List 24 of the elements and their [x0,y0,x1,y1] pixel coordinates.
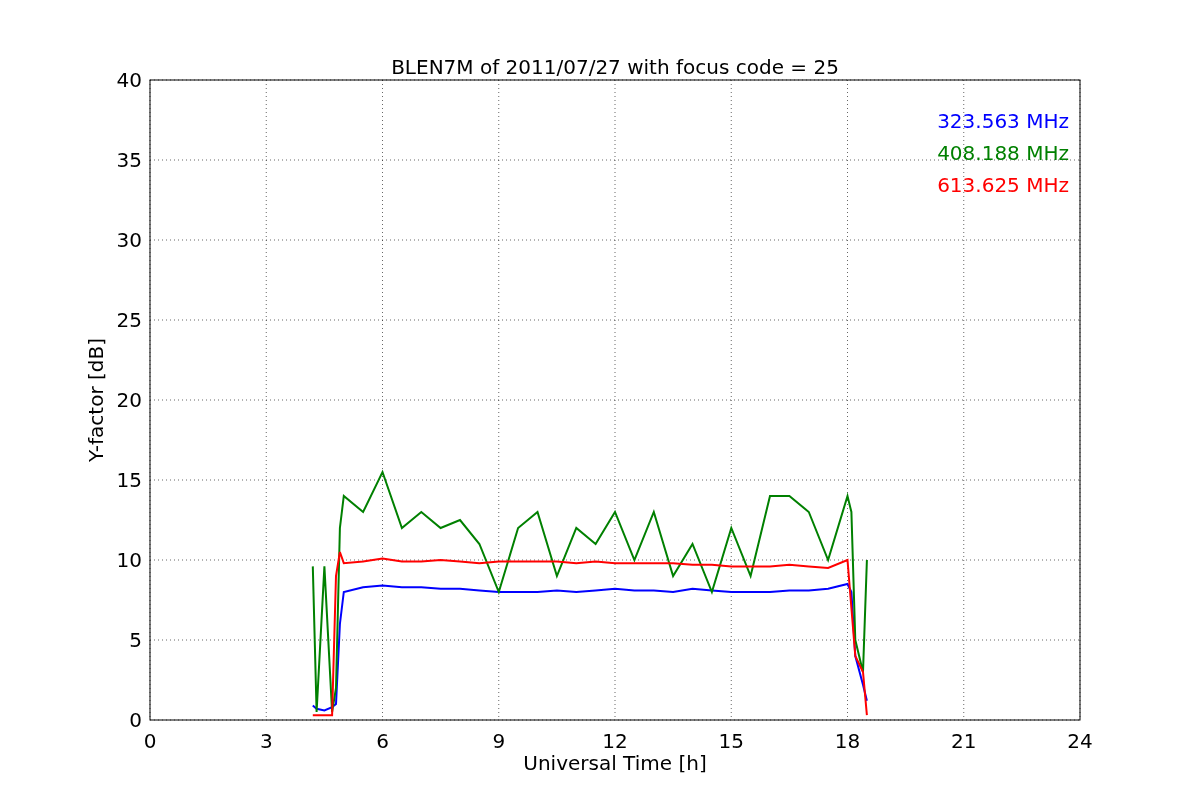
y-tick-label: 40 [116,68,142,92]
y-tick-label: 15 [116,468,142,492]
y-axis-label: Y-factor [dB] [84,338,108,462]
y-tick-label: 0 [129,708,142,732]
y-tick-label: 35 [116,148,142,172]
chart-title: BLEN7M of 2011/07/27 with focus code = 25 [391,55,839,79]
x-tick-label: 12 [602,729,628,753]
x-tick-label: 3 [259,729,273,753]
x-tick-label: 9 [492,729,506,753]
x-tick-label: 0 [143,729,157,753]
y-tick-label: 25 [116,308,142,332]
legend-label: 323.563 MHz [937,109,1069,133]
legend-label: 613.625 MHz [937,173,1069,197]
x-tick-label: 18 [834,729,861,753]
y-tick-label: 20 [116,388,142,412]
x-tick-label: 24 [1067,729,1093,753]
y-tick-label: 5 [129,628,142,652]
x-tick-label: 15 [718,729,744,753]
x-tick-label: 21 [951,729,977,753]
y-tick-label: 10 [116,548,142,572]
y-tick-label: 30 [116,228,142,252]
legend-label: 408.188 MHz [937,141,1069,165]
x-axis-label: Universal Time [h] [523,751,707,775]
x-tick-label: 6 [376,729,389,753]
